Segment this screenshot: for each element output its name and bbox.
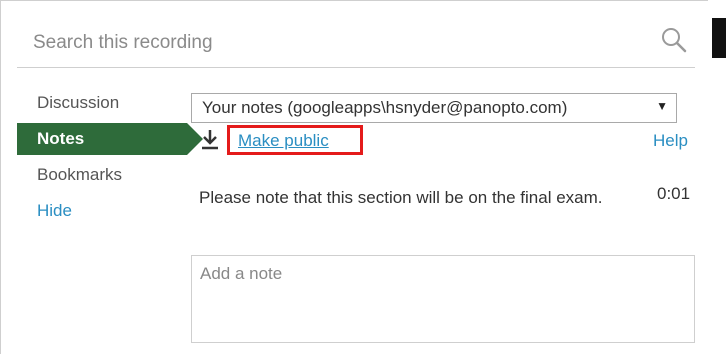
chevron-down-icon: ▼ [656, 99, 668, 113]
make-public-label: Make public [238, 131, 329, 150]
notes-source-select[interactable]: Your notes (googleapps\hsnyder@panopto.c… [191, 93, 677, 123]
note-entry-text: Please note that this section will be on… [199, 188, 603, 207]
help-link[interactable]: Help [653, 131, 688, 151]
sidebar-item-discussion[interactable]: Discussion [17, 91, 187, 127]
add-note-field[interactable] [191, 255, 695, 343]
search-input[interactable] [17, 23, 653, 63]
scrollbar-area [708, 0, 726, 354]
sidebar: Discussion Notes Bookmarks Hide [17, 91, 203, 235]
sidebar-item-notes[interactable]: Notes [17, 123, 203, 155]
note-entry-time[interactable]: 0:01 [657, 184, 690, 204]
scrollbar-thumb[interactable] [712, 18, 726, 58]
notes-panel: Discussion Notes Bookmarks Hide Your not… [0, 0, 708, 354]
download-icon[interactable] [199, 128, 221, 152]
search-icon[interactable] [659, 25, 689, 55]
sidebar-item-hide[interactable]: Hide [17, 199, 187, 235]
sidebar-item-bookmarks[interactable]: Bookmarks [17, 163, 187, 199]
notes-source-value: Your notes (googleapps\hsnyder@panopto.c… [202, 98, 568, 117]
make-public-link[interactable]: Make public [227, 125, 363, 155]
search-bar [17, 23, 695, 68]
